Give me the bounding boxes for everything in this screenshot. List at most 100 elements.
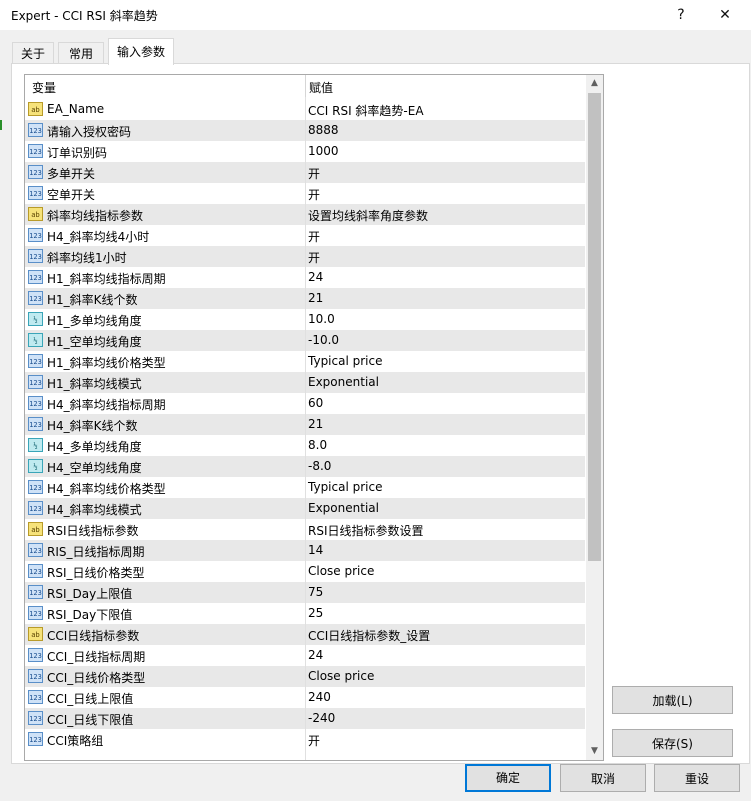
scroll-thumb[interactable]: [588, 93, 601, 561]
header-value[interactable]: 赋值: [309, 79, 333, 96]
cancel-button[interactable]: 取消: [560, 764, 646, 792]
param-name: 斜率均线1小时: [47, 251, 127, 265]
param-value[interactable]: 10.0: [308, 312, 335, 326]
double-type-icon: ½: [28, 459, 43, 473]
int-type-icon: 123: [28, 249, 43, 263]
int-type-icon: 123: [28, 123, 43, 137]
param-value[interactable]: 8.0: [308, 438, 327, 452]
tab-common[interactable]: 常用: [58, 42, 104, 65]
param-value[interactable]: 75: [308, 585, 323, 599]
int-type-icon: 123: [28, 711, 43, 725]
scroll-down-icon[interactable]: ▼: [586, 743, 603, 760]
int-type-icon: 123: [28, 480, 43, 494]
param-name: CCI策略组: [47, 734, 104, 748]
param-value[interactable]: 开: [308, 228, 320, 245]
param-name: H4_斜率均线4小时: [47, 230, 150, 244]
load-button[interactable]: 加载(L): [612, 686, 733, 714]
param-value[interactable]: -10.0: [308, 333, 339, 347]
param-name: 请输入授权密码: [47, 125, 132, 139]
param-name: H1_斜率均线指标周期: [47, 272, 166, 286]
grid-header: 变量 赋值: [25, 75, 585, 97]
header-variable[interactable]: 变量: [32, 79, 56, 96]
ok-button[interactable]: 确定: [465, 764, 551, 792]
parameters-grid[interactable]: 变量 赋值 ab EA_Name CCI RSI 斜率趋势-EA 123 请输入授权密码…: [24, 74, 604, 761]
int-type-icon: 123: [28, 543, 43, 557]
param-value[interactable]: Close price: [308, 669, 374, 683]
param-name: RSI日线指标参数: [47, 524, 139, 538]
param-value[interactable]: 开: [308, 186, 320, 203]
int-type-icon: 123: [28, 585, 43, 599]
string-type-icon: ab: [28, 102, 43, 116]
close-button[interactable]: ✕: [714, 4, 736, 26]
param-value[interactable]: 24: [308, 270, 323, 284]
param-name: RSI_Day上限值: [47, 587, 133, 601]
int-type-icon: 123: [28, 732, 43, 746]
int-type-icon: 123: [28, 144, 43, 158]
scroll-up-icon[interactable]: ▲: [586, 75, 603, 92]
string-type-icon: ab: [28, 522, 43, 536]
param-name: EA_Name: [47, 102, 105, 116]
param-name: H1_多单均线角度: [47, 314, 142, 328]
column-separator: [305, 97, 306, 760]
string-type-icon: ab: [28, 627, 43, 641]
double-type-icon: ½: [28, 438, 43, 452]
int-type-icon: 123: [28, 606, 43, 620]
window-title: Expert - CCI RSI 斜率趋势: [11, 9, 158, 23]
param-name: 空单开关: [47, 188, 96, 202]
tab-about[interactable]: 关于: [12, 42, 54, 65]
int-type-icon: 123: [28, 501, 43, 515]
param-value[interactable]: -240: [308, 711, 335, 725]
param-name: RSI_Day下限值: [47, 608, 133, 622]
header-separator: [305, 75, 306, 97]
param-value[interactable]: Exponential: [308, 375, 379, 389]
tab-inputs[interactable]: 输入参数: [108, 38, 174, 65]
int-type-icon: 123: [28, 165, 43, 179]
param-name: H1_斜率均线模式: [47, 377, 142, 391]
help-button[interactable]: ?: [670, 4, 692, 26]
param-value[interactable]: CCI RSI 斜率趋势-EA: [308, 102, 424, 119]
param-value[interactable]: Exponential: [308, 501, 379, 515]
param-value[interactable]: 设置均线斜率角度参数: [308, 207, 428, 224]
param-value[interactable]: 60: [308, 396, 323, 410]
param-value[interactable]: Close price: [308, 564, 374, 578]
int-type-icon: 123: [28, 396, 43, 410]
param-value[interactable]: 8888: [308, 123, 339, 137]
param-value[interactable]: RSI日线指标参数设置: [308, 522, 424, 539]
int-type-icon: 123: [28, 228, 43, 242]
param-value[interactable]: 14: [308, 543, 323, 557]
param-name: H4_空单均线角度: [47, 461, 142, 475]
param-name: H4_斜率均线指标周期: [47, 398, 166, 412]
param-name: H1_斜率K线个数: [47, 293, 138, 307]
param-value[interactable]: 21: [308, 417, 323, 431]
param-value[interactable]: 25: [308, 606, 323, 620]
save-button[interactable]: 保存(S): [612, 729, 733, 757]
reset-button[interactable]: 重设: [654, 764, 740, 792]
param-value[interactable]: 开: [308, 732, 320, 749]
title-bar: Expert - CCI RSI 斜率趋势 ? ✕: [0, 0, 751, 30]
param-name: RSI_日线价格类型: [47, 566, 145, 580]
param-name: H4_斜率K线个数: [47, 419, 138, 433]
param-value[interactable]: 开: [308, 249, 320, 266]
param-value[interactable]: -8.0: [308, 459, 331, 473]
param-value[interactable]: 24: [308, 648, 323, 662]
param-value[interactable]: Typical price: [308, 480, 382, 494]
param-name: CCI_日线价格类型: [47, 671, 146, 685]
param-name: CCI_日线指标周期: [47, 650, 146, 664]
param-name: RIS_日线指标周期: [47, 545, 145, 559]
param-value[interactable]: Typical price: [308, 354, 382, 368]
param-name: H4_斜率均线价格类型: [47, 482, 166, 496]
param-name: 斜率均线指标参数: [47, 209, 144, 223]
param-value[interactable]: 1000: [308, 144, 339, 158]
param-value[interactable]: 240: [308, 690, 331, 704]
param-name: H4_多单均线角度: [47, 440, 142, 454]
int-type-icon: 123: [28, 690, 43, 704]
param-name: H4_斜率均线模式: [47, 503, 142, 517]
param-value[interactable]: 21: [308, 291, 323, 305]
int-type-icon: 123: [28, 564, 43, 578]
vertical-scrollbar[interactable]: ▲ ▼: [586, 75, 603, 760]
param-value[interactable]: 开: [308, 165, 320, 182]
param-value[interactable]: CCI日线指标参数_设置: [308, 627, 430, 644]
string-type-icon: ab: [28, 207, 43, 221]
param-name: CCI_日线下限值: [47, 713, 134, 727]
param-name: H1_空单均线角度: [47, 335, 142, 349]
